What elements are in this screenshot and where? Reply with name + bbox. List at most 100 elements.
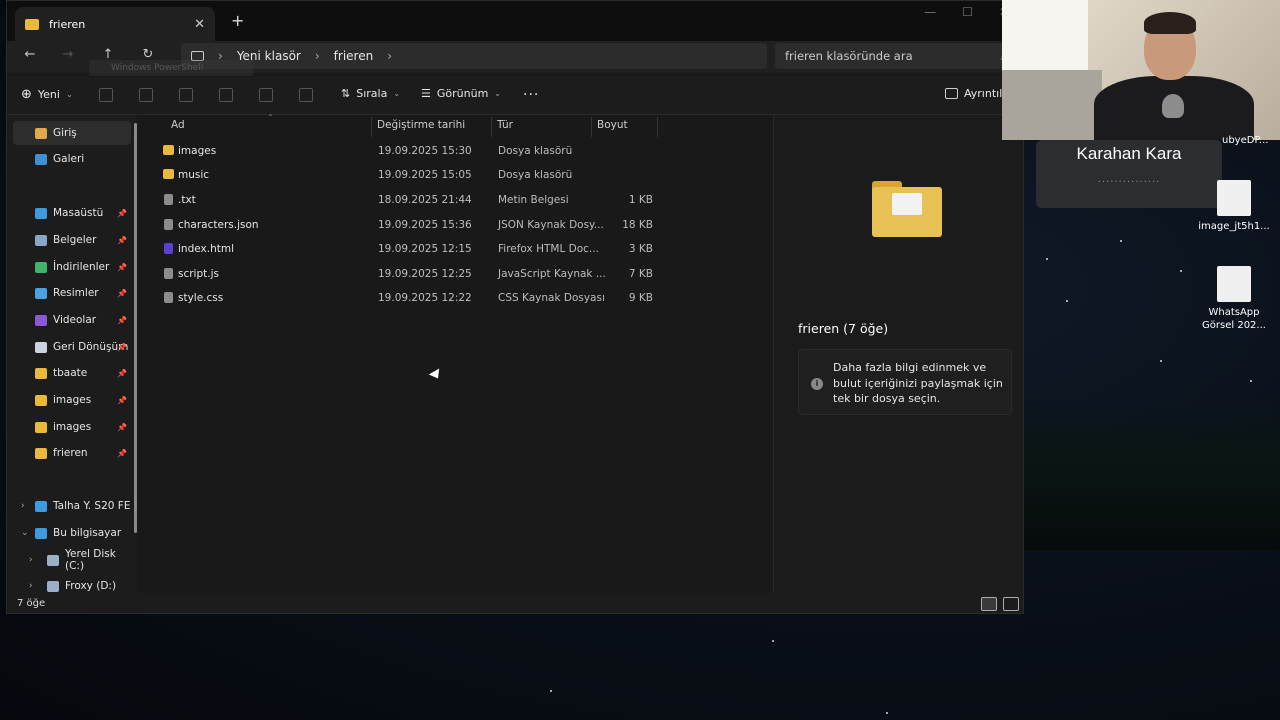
sidebar-item[interactable]: Geri Dönüşüm 📌 <box>13 335 131 359</box>
large-icons-view-icon[interactable] <box>1003 597 1019 611</box>
css-file-icon <box>164 292 173 303</box>
command-bar: ⊕ Yeni ⌄ ⇅ Sırala ⌄ ☰ Görünüm ⌄ ··· Ayrı… <box>7 77 1023 115</box>
file-row[interactable]: style.css 19.09.2025 12:22 CSS Kaynak Dosy… <box>157 288 657 310</box>
pin-icon: 📌 <box>117 208 127 218</box>
file-name: index.html <box>178 243 234 255</box>
new-button[interactable]: ⊕ Yeni ⌄ <box>21 87 73 102</box>
chevron-right-icon[interactable]: › <box>29 581 33 591</box>
file-name: images <box>178 145 217 157</box>
file-explorer-window: frieren ✕ + — ☐ ✕ ← → ↑ ↻ › Yeni klasör … <box>6 0 1024 614</box>
more-icon: ··· <box>523 87 540 103</box>
view-button-label: Görünüm <box>436 87 489 100</box>
status-bar: 7 öğe <box>7 593 1023 613</box>
address-bar[interactable]: › Yeni klasör › frieren › <box>181 43 767 69</box>
json-file-icon <box>164 219 173 230</box>
column-divider[interactable] <box>371 117 372 137</box>
view-button[interactable]: ☰ Görünüm ⌄ <box>421 87 501 100</box>
sidebar-item[interactable]: frieren 📌 <box>13 441 131 465</box>
column-header-name[interactable]: Ad <box>171 119 185 131</box>
file-type: Dosya klasörü <box>498 145 573 157</box>
file-list: Ad ⌃ Değiştirme tarihi Tür Boyut images 1… <box>143 113 773 593</box>
column-header-date[interactable]: Değiştirme tarihi <box>377 119 465 131</box>
file-row[interactable]: index.html 19.09.2025 12:15 Firefox HTML D… <box>157 239 657 261</box>
sidebar-item[interactable]: › Talha Y. S20 FE <box>13 494 131 518</box>
sidebar-scrollbar[interactable] <box>134 123 137 533</box>
pin-icon: 📌 <box>117 262 127 272</box>
folder-preview-icon <box>872 181 942 237</box>
forward-icon[interactable]: → <box>57 47 79 67</box>
desktop-icon-label: WhatsApp Görsel 202... <box>1202 307 1266 331</box>
sidebar-item-label: Videolar <box>53 314 97 326</box>
column-header-type[interactable]: Tür <box>497 119 513 131</box>
item-count: 7 öğe <box>17 598 46 609</box>
file-row[interactable]: characters.json 19.09.2025 15:36 JSON Kayn… <box>157 215 657 237</box>
recycle-bin-icon <box>35 341 47 353</box>
details-pane-icon <box>945 88 958 99</box>
folder-icon <box>35 367 47 379</box>
column-divider[interactable] <box>657 117 658 137</box>
computer-icon <box>35 527 47 539</box>
delete-icon[interactable] <box>299 88 313 102</box>
file-type: Firefox HTML Doc... <box>498 243 599 255</box>
view-list-icon: ☰ <box>421 87 431 100</box>
rename-icon[interactable] <box>219 88 233 102</box>
details-info-text: Daha fazla bilgi edinmek ve bulut içeriğ… <box>833 361 1003 405</box>
search-input[interactable]: frieren klasöründe ara ⌕ <box>775 43 1011 69</box>
close-icon[interactable]: ✕ <box>194 17 205 32</box>
sort-button[interactable]: ⇅ Sırala ⌄ <box>341 87 400 100</box>
file-row[interactable]: images 19.09.2025 15:30 Dosya klasörü <box>157 141 657 163</box>
file-size: 7 KB <box>628 268 653 280</box>
tab-frieren[interactable]: frieren ✕ <box>15 7 215 41</box>
file-row[interactable]: .txt 18.09.2025 21:44 Metin Belgesi 1 KB <box>157 190 657 212</box>
share-icon[interactable] <box>259 88 273 102</box>
new-tab-button[interactable]: + <box>231 11 244 30</box>
column-divider[interactable] <box>591 117 592 137</box>
sidebar-item-label: images <box>53 421 92 433</box>
sidebar-item[interactable]: Masaüstü 📌 <box>13 201 131 225</box>
chevron-right-icon[interactable]: › <box>387 49 392 63</box>
chevron-right-icon[interactable]: › <box>315 49 320 63</box>
sidebar-item-label: Bu bilgisayar <box>53 527 122 539</box>
sidebar-item[interactable]: images 📌 <box>13 415 131 439</box>
file-type: JavaScript Kaynak ... <box>498 268 606 280</box>
sidebar-item[interactable]: tbaate 📌 <box>13 361 131 385</box>
chevron-down-icon[interactable]: ⌄ <box>21 528 29 538</box>
sidebar-item[interactable]: Belgeler 📌 <box>13 228 131 252</box>
sidebar-item[interactable]: Galeri <box>13 147 131 171</box>
back-icon[interactable]: ← <box>19 47 41 67</box>
sidebar-item[interactable]: ⌄ Bu bilgisayar <box>13 521 131 545</box>
videos-icon <box>35 314 47 326</box>
column-divider[interactable] <box>491 117 492 137</box>
minimize-icon[interactable]: — <box>924 5 936 19</box>
details-view-icon[interactable] <box>981 597 997 611</box>
chevron-right-icon[interactable]: › <box>29 555 33 565</box>
column-header-size[interactable]: Boyut <box>597 119 628 131</box>
sidebar-item[interactable]: images 📌 <box>13 388 131 412</box>
sidebar-item[interactable]: Videolar 📌 <box>13 308 131 332</box>
file-row[interactable]: script.js 19.09.2025 12:25 JavaScript Kayn… <box>157 264 657 286</box>
sidebar-item[interactable]: İndirilenler 📌 <box>13 255 131 279</box>
file-row[interactable]: music 19.09.2025 15:05 Dosya klasörü <box>157 165 657 187</box>
cut-icon[interactable] <box>99 88 113 102</box>
breadcrumb-item[interactable]: frieren <box>334 49 374 63</box>
file-date: 19.09.2025 15:36 <box>378 219 472 231</box>
more-options-button[interactable]: ··· <box>523 87 539 103</box>
sidebar-item-label: Froxy (D:) <box>65 580 117 592</box>
sidebar-item[interactable]: Giriş <box>13 121 131 145</box>
copy-icon[interactable] <box>139 88 153 102</box>
sidebar-item-label: İndirilenler <box>53 261 110 273</box>
file-date: 19.09.2025 15:05 <box>378 169 472 181</box>
maximize-icon[interactable]: ☐ <box>962 5 973 19</box>
paste-icon[interactable] <box>179 88 193 102</box>
sidebar-item[interactable]: Resimler 📌 <box>13 281 131 305</box>
sidebar-item[interactable]: › Yerel Disk (C:) <box>13 548 131 572</box>
file-date: 19.09.2025 12:15 <box>378 243 472 255</box>
pin-icon: 📌 <box>117 342 127 352</box>
ghost-window-tab: Windows PowerShell <box>89 60 253 76</box>
desktop-file-whatsapp[interactable]: WhatsApp Görsel 202... <box>1194 266 1274 332</box>
file-date: 19.09.2025 15:30 <box>378 145 472 157</box>
sidebar-item-label: tbaate <box>53 367 88 379</box>
desktop-file-image[interactable]: image_jt5h1... <box>1194 180 1274 233</box>
chevron-right-icon[interactable]: › <box>21 501 25 511</box>
image-thumbnail-icon <box>1217 266 1251 302</box>
